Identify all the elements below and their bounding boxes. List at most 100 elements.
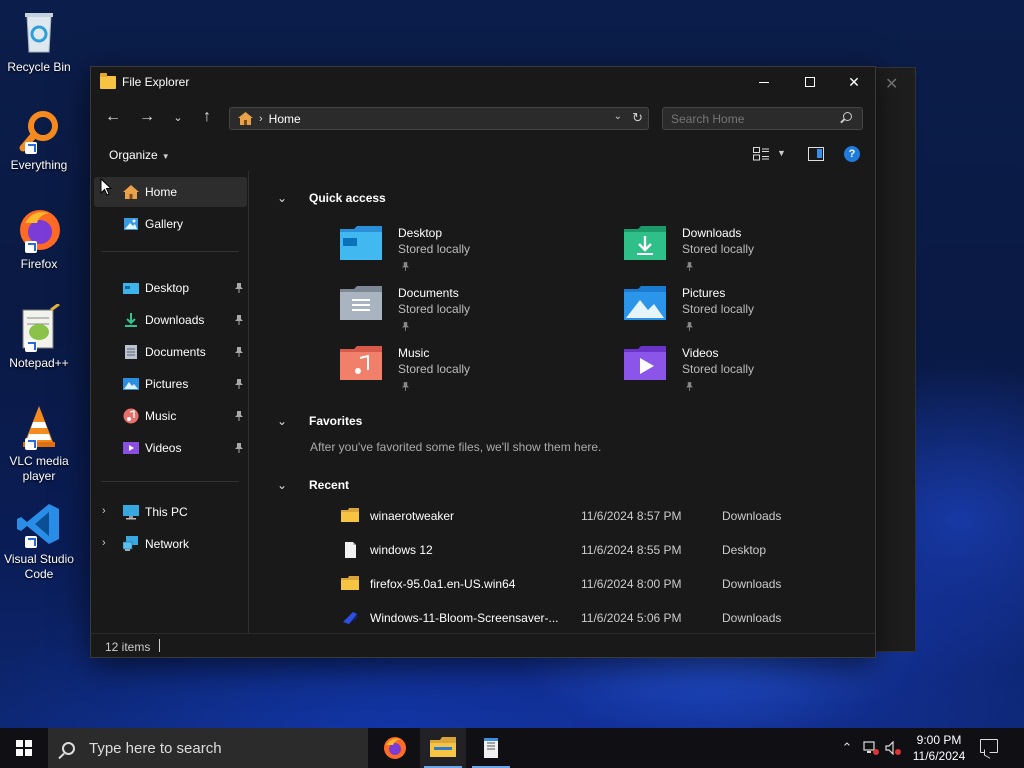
desktop-icon-vlc[interactable]: VLC media player — [2, 402, 76, 484]
taskbar-app-notepad[interactable] — [468, 728, 514, 768]
desktop-icon-notepad-plus-plus[interactable]: Notepad++ — [2, 302, 76, 371]
search-input[interactable] — [663, 111, 833, 126]
taskbar-search-box[interactable]: Type here to search — [48, 728, 368, 768]
documents-folder-icon — [340, 286, 382, 320]
quick-access-pictures[interactable]: Pictures Stored locally — [624, 286, 875, 342]
sidebar-item-label: Pictures — [145, 377, 189, 391]
desktop-icon-everything[interactable]: Everything — [2, 106, 76, 173]
breadcrumb-home[interactable]: Home — [269, 112, 301, 126]
table-row[interactable]: firefox-95.0a1.en-US.win64 11/6/2024 8:0… — [251, 567, 875, 601]
section-favorites[interactable]: ⌄ Favorites — [277, 414, 363, 428]
sidebar-item-desktop[interactable]: Desktop — [94, 273, 247, 303]
recent-locations-button[interactable]: ⌄ — [166, 106, 190, 128]
refresh-icon[interactable]: ↻ — [632, 110, 643, 126]
desktop-icon-firefox[interactable]: Firefox — [2, 205, 76, 272]
desktop-icon-label: Firefox — [20, 257, 58, 271]
quick-access-music[interactable]: Music Stored locally — [340, 346, 600, 402]
desktop-icon-recycle-bin[interactable]: Recycle Bin — [2, 8, 76, 75]
desktop-icon-label: Recycle Bin — [7, 60, 71, 74]
sidebar-item-network[interactable]: › Network — [94, 529, 247, 559]
sidebar-item-videos[interactable]: Videos — [94, 433, 247, 463]
pin-icon[interactable] — [235, 410, 243, 421]
shortcut-arrow-icon — [25, 142, 37, 154]
everything-search-icon — [15, 106, 63, 154]
taskbar-app-firefox[interactable] — [372, 728, 418, 768]
sidebar-item-label: This PC — [145, 505, 188, 519]
quick-access-downloads[interactable]: Downloads Stored locally — [624, 226, 875, 282]
sidebar-item-label: Videos — [145, 441, 182, 455]
arrow-up-icon: ↑ — [203, 108, 211, 125]
section-quick-access[interactable]: ⌄ Quick access — [277, 191, 386, 205]
pin-icon[interactable] — [235, 378, 243, 389]
table-row[interactable]: winaerotweaker 11/6/2024 8:57 PM Downloa… — [251, 499, 875, 533]
search-box[interactable] — [662, 107, 863, 130]
sidebar-item-this-pc[interactable]: › This PC — [94, 497, 247, 527]
section-title: Favorites — [309, 414, 363, 428]
home-icon — [123, 184, 139, 200]
desktop-icon-label: Visual Studio Code — [4, 552, 74, 581]
quick-access-name: Desktop — [398, 226, 443, 240]
up-button[interactable]: ↑ — [195, 106, 219, 128]
taskbar-app-file-explorer[interactable] — [420, 728, 466, 768]
pin-icon[interactable] — [235, 346, 243, 357]
chevron-down-icon: ⌄ — [173, 111, 183, 124]
downloads-folder-icon — [123, 312, 139, 328]
sidebar-item-home[interactable]: Home — [94, 177, 247, 207]
taskbar-search-placeholder: Type here to search — [89, 739, 222, 757]
shortcut-arrow-icon — [25, 340, 37, 352]
pin-icon — [686, 320, 693, 331]
recent-name: Windows-11-Bloom-Screensaver-... — [370, 611, 559, 625]
sidebar-item-documents[interactable]: Documents — [94, 337, 247, 367]
sidebar-item-music[interactable]: Music — [94, 401, 247, 431]
recent-location: Downloads — [722, 509, 782, 523]
command-bar: Organize ▼ ▼ ? — [91, 139, 875, 169]
show-hidden-icons-button[interactable]: ⌃ — [838, 728, 856, 768]
notification-center-icon[interactable] — [980, 739, 998, 753]
chevron-right-icon[interactable]: › — [102, 505, 106, 517]
help-button[interactable]: ? — [844, 146, 860, 162]
chevron-right-icon[interactable]: › — [102, 537, 106, 549]
title-bar[interactable]: File Explorer ✕ — [91, 67, 875, 97]
preview-pane-button[interactable] — [808, 147, 824, 161]
forward-button[interactable]: → — [135, 106, 159, 128]
music-folder-icon — [340, 346, 382, 380]
recent-location: Downloads — [722, 611, 782, 625]
caret-down-icon[interactable]: ▼ — [777, 148, 786, 158]
taskbar-clock[interactable]: 9:00 PM 11/6/2024 — [906, 732, 972, 764]
address-bar[interactable]: › Home ⌄ ↻ — [229, 107, 649, 130]
arrow-right-icon: → — [139, 108, 155, 125]
minimize-button[interactable] — [741, 67, 787, 97]
music-folder-icon — [123, 408, 139, 424]
sidebar-item-gallery[interactable]: Gallery — [94, 209, 247, 239]
sidebar-item-pictures[interactable]: Pictures — [94, 369, 247, 399]
quick-access-status: Stored locally — [398, 302, 471, 316]
view-options-button[interactable] — [753, 147, 769, 161]
chevron-down-icon[interactable]: ⌄ — [614, 111, 622, 122]
network-status-button[interactable] — [862, 728, 880, 768]
pin-icon[interactable] — [235, 314, 243, 325]
section-recent[interactable]: ⌄ Recent — [277, 478, 350, 492]
recent-date: 11/6/2024 5:06 PM — [581, 611, 682, 625]
section-title: Recent — [309, 478, 350, 492]
organize-button[interactable]: Organize ▼ — [109, 148, 170, 162]
pin-icon[interactable] — [235, 282, 243, 293]
pin-icon — [402, 320, 409, 331]
start-button[interactable] — [0, 728, 48, 768]
back-button[interactable]: ← — [101, 106, 125, 128]
quick-access-name: Documents — [398, 286, 459, 300]
quick-access-status: Stored locally — [398, 242, 471, 256]
quick-access-documents[interactable]: Documents Stored locally — [340, 286, 600, 342]
close-icon[interactable]: ✕ — [885, 74, 898, 94]
table-row[interactable]: Windows-11-Bloom-Screensaver-... 11/6/20… — [251, 601, 875, 633]
quick-access-videos[interactable]: Videos Stored locally — [624, 346, 875, 402]
maximize-button[interactable] — [787, 67, 833, 97]
quick-access-desktop[interactable]: Desktop Stored locally — [340, 226, 600, 282]
desktop-icon-vscode[interactable]: Visual Studio Code — [2, 500, 76, 582]
table-row[interactable]: windows 12 11/6/2024 8:55 PM Desktop — [251, 533, 875, 567]
pin-icon[interactable] — [235, 442, 243, 453]
close-button[interactable]: ✕ — [831, 67, 877, 97]
sidebar-item-downloads[interactable]: Downloads — [94, 305, 247, 335]
volume-button[interactable] — [884, 728, 902, 768]
folder-icon — [341, 576, 359, 592]
sidebar-item-label: Music — [145, 409, 177, 423]
